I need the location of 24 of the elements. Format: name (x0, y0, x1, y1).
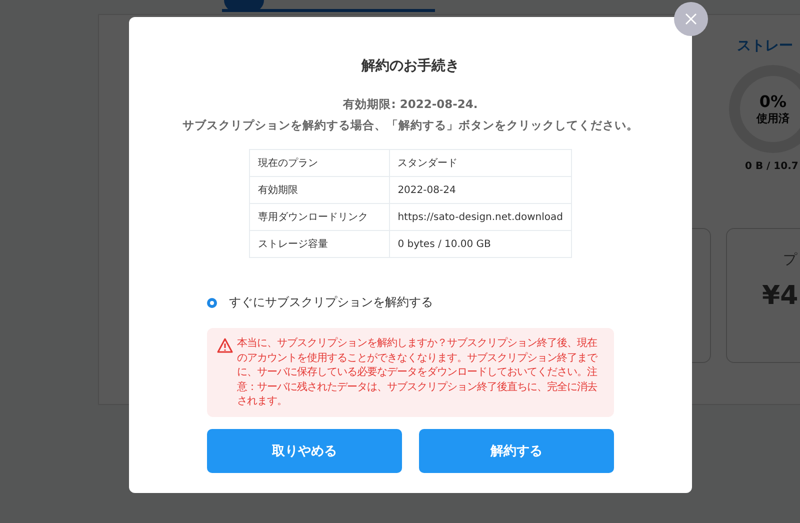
detail-label: ストレージ容量 (250, 230, 390, 258)
dialog-title: 解約のお手続き (362, 57, 460, 75)
usage-text: 0 B / 10.7 (745, 161, 798, 172)
detail-label: 専用ダウンロードリンク (250, 204, 390, 230)
detail-value: スタンダード (389, 150, 572, 176)
close-button[interactable] (674, 2, 708, 36)
instruction-text: サブスクリプションを解約する場合、「解約する」ボタンをクリックしてください。 (182, 118, 638, 133)
detail-value: 0 bytes / 10.00 GB (389, 230, 572, 258)
detail-value: https://sato-design.net.download (389, 204, 572, 230)
usage-percent: 0% (759, 92, 787, 111)
cancel-button[interactable]: 取りやめる (207, 428, 402, 472)
detail-label: 有効期限 (250, 176, 390, 204)
confirm-button[interactable]: 解約する (419, 428, 614, 472)
usage-label: 使用済 (756, 111, 790, 126)
detail-label: 現在のプラン (250, 150, 390, 176)
detail-value: 2022-08-24 (389, 176, 572, 204)
storage-title: ストレー (737, 37, 793, 55)
radio-button[interactable] (207, 298, 217, 308)
expiry-text: 有効期限: 2022-08-24. (343, 97, 478, 112)
warning-icon (217, 338, 233, 353)
warning-text: 本当に、サブスクリプションを解約しますか？サブスクリプション終了後、現在のアカウントを使用することができなくなります。サブスクリプション終了までに、サーバに保存している必要なデータをダウンロードしておいてください。注意：サーバに残されたデータは、サブスクリプション終了後直ちに、完全に消去されます。 (237, 336, 598, 408)
plan-name: プ (783, 251, 797, 269)
close-icon (685, 13, 697, 25)
plan-price: ¥4 (762, 281, 798, 311)
